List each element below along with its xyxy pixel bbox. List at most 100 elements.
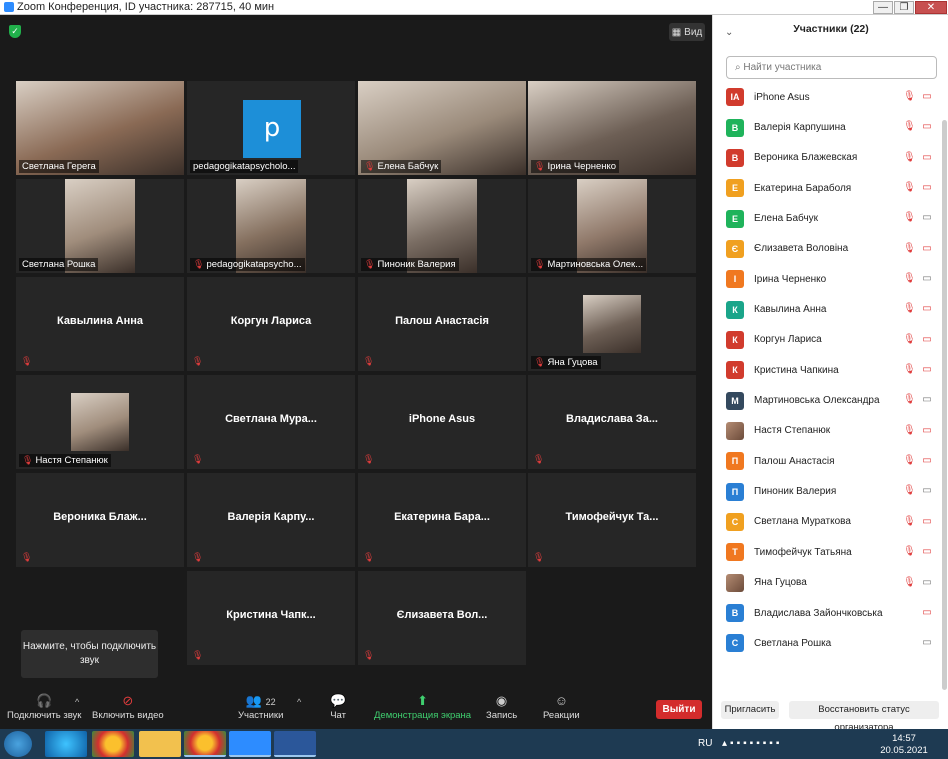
participant-name: Кристина Чапкина [754, 364, 839, 376]
video-off-icon: ⊘ [122, 693, 134, 708]
participant-row[interactable]: В Валерія Карпушина 🎙 ▭ [713, 112, 941, 142]
video-off-icon: ▭ [922, 91, 932, 102]
video-icon: ▭ [922, 637, 932, 649]
video-tile[interactable]: iPhone Asus 🎙 [358, 375, 526, 469]
participant-row[interactable]: В Вероника Блажевская 🎙 ▭ [713, 143, 941, 173]
video-tile[interactable]: Вероника Блаж... 🎙 [16, 473, 184, 567]
video-tile[interactable]: 🎙 Пиноник Валерия [358, 179, 526, 273]
video-tile[interactable]: 🎙 Мартиновська Олек... [528, 179, 696, 273]
mic-muted-icon: 🎙 [903, 91, 916, 102]
participant-row[interactable]: П Пиноник Валерия 🎙 ▭ [713, 476, 941, 506]
headphones-icon: 🎧 [36, 693, 53, 708]
participant-row[interactable]: Е Елена Бабчук 🎙 ▭ [713, 203, 941, 233]
reactions-button[interactable]: ☺ Реакции [543, 692, 580, 721]
participant-row[interactable]: К Кавылина Анна 🎙 ▭ [713, 294, 941, 324]
participant-row[interactable]: К Кристина Чапкина 🎙 ▭ [713, 355, 941, 385]
participant-row[interactable]: Є Єлизавета Воловіна 🎙 ▭ [713, 234, 941, 264]
search-icon: ⌕ [735, 62, 741, 73]
taskbar-clock[interactable]: 14:57 20.05.2021 [880, 733, 928, 757]
video-tile[interactable]: Палош Анастасія 🎙 [358, 277, 526, 371]
windows-start-button[interactable] [4, 731, 32, 757]
video-tile[interactable]: Екатерина Бара... 🎙 [358, 473, 526, 567]
video-tile[interactable]: 🎙 Настя Степанюк [16, 375, 184, 469]
participant-name: Ірина Черненко [754, 273, 827, 285]
language-indicator[interactable]: RU [698, 738, 712, 749]
restore-button[interactable]: ❐ [894, 0, 914, 14]
participant-row[interactable]: І Ірина Черненко 🎙 ▭ [713, 264, 941, 294]
video-tile[interactable]: Тимофейчук Та... 🎙 [528, 473, 696, 567]
participant-row[interactable]: С Светлана Рошка ▭ [713, 628, 941, 658]
window-titlebar: Zoom Конференция, ID участника: 287715, … [0, 0, 948, 15]
participant-name: Владислава За... [566, 413, 658, 425]
participants-button[interactable]: 👥 22 Участники [238, 692, 283, 721]
file-explorer-taskbar-icon[interactable] [139, 731, 181, 757]
video-tile[interactable]: 🎙 Елена Бабчук [358, 81, 526, 175]
avatar: К [726, 300, 744, 319]
participant-name: Палош Анастасія [754, 455, 835, 467]
participant-row[interactable]: М Мартиновська Олександра 🎙 ▭ [713, 385, 941, 415]
participant-name: Настя Степанюк [754, 425, 831, 437]
share-screen-button[interactable]: ⬆ Демонстрация экрана [374, 692, 471, 721]
participant-row[interactable]: П Палош Анастасія 🎙 ▭ [713, 446, 941, 476]
video-tile[interactable]: p pedagogikatapsycholo... [187, 81, 355, 175]
participant-row[interactable]: Яна Гуцова 🎙 ▭ [713, 568, 941, 598]
mic-muted-icon: 🎙 [903, 333, 916, 345]
participant-row[interactable]: Е Екатерина Бараболя 🎙 ▭ [713, 173, 941, 203]
video-tile[interactable]: 🎙 pedagogikatapsycho... [187, 179, 355, 273]
chat-button[interactable]: 💬 Чат [330, 692, 346, 721]
leave-button[interactable]: Выйти [656, 700, 702, 719]
edge-taskbar-icon[interactable] [45, 731, 87, 757]
participant-row[interactable]: С Светлана Мураткова 🎙 ▭ [713, 507, 941, 537]
participant-name: Светлана Герега [22, 161, 96, 172]
participant-search-input[interactable]: ⌕ Найти участника [726, 56, 937, 79]
video-tile[interactable]: Светлана Рошка [16, 179, 184, 273]
video-tile[interactable]: Кристина Чапк... 🎙 [187, 571, 355, 665]
chrome-taskbar-icon[interactable] [92, 731, 134, 757]
video-tile[interactable]: 🎙 Ірина Черненко [528, 81, 696, 175]
start-video-button[interactable]: ⊘ Включить видео [92, 692, 164, 721]
video-tile[interactable]: Єлизавета Вол... 🎙 [358, 571, 526, 665]
participant-list: IA iPhone Asus 🎙 ▭ В Валерія Карпушина 🎙 ▭ В Веро… [713, 82, 941, 659]
video-tile[interactable]: Владислава За... 🎙 [528, 375, 696, 469]
video-tile[interactable]: Валерія Карпу... 🎙 [187, 473, 355, 567]
audio-options-caret[interactable]: ^ [75, 697, 79, 707]
video-icon: ▭ [922, 273, 932, 285]
video-tile[interactable]: Светлана Герега [16, 81, 184, 175]
connect-audio-button[interactable]: 🎧 Подключить звук [7, 692, 81, 721]
avatar: К [726, 330, 744, 349]
participant-video [71, 393, 129, 451]
record-button[interactable]: ◉ Запись [486, 692, 517, 721]
video-tile[interactable]: Коргун Лариса 🎙 [187, 277, 355, 371]
invite-button[interactable]: Пригласить [721, 701, 779, 719]
participant-name: Вероника Блаж... [53, 511, 147, 523]
participant-label: 🎙 Пиноник Валерия [361, 258, 459, 271]
mic-muted-icon: 🎙 [903, 576, 916, 588]
encryption-shield-icon[interactable]: ✓ [9, 25, 21, 38]
system-tray-icons[interactable]: ▴▪▪▪▪▪▪▪▪ [722, 738, 782, 749]
participant-name: Екатерина Бараболя [754, 182, 852, 194]
participant-row[interactable]: IA iPhone Asus 🎙 ▭ [713, 82, 941, 112]
view-button[interactable]: ▦ Вид [669, 23, 705, 41]
participant-row[interactable]: Т Тимофейчук Татьяна 🎙 ▭ [713, 537, 941, 567]
zoom-taskbar-icon[interactable] [229, 731, 271, 757]
participant-label: 🎙 pedagogikatapsycho... [190, 258, 305, 271]
participants-options-caret[interactable]: ^ [297, 697, 301, 707]
mic-muted-icon: 🎙 [903, 394, 916, 406]
word-taskbar-icon[interactable] [274, 731, 316, 757]
participant-row[interactable]: К Коргун Лариса 🎙 ▭ [713, 325, 941, 355]
mic-muted-icon: 🎙 [903, 515, 916, 527]
meeting-toolbar: 🎧 Подключить звук ^ ⊘ Включить видео 👥 2… [0, 688, 712, 729]
mic-muted-icon: 🎙 [533, 552, 545, 562]
video-off-icon: ▭ [922, 546, 932, 558]
participant-row[interactable]: Настя Степанюк 🎙 ▭ [713, 416, 941, 446]
video-tile[interactable]: Кавылина Анна 🎙 [16, 277, 184, 371]
participant-name: Тимофейчук Та... [565, 511, 659, 523]
restore-host-button[interactable]: Восстановить статус организатора [789, 701, 939, 733]
minimize-button[interactable]: — [873, 0, 893, 14]
chrome-window-taskbar-icon[interactable] [184, 731, 226, 757]
video-tile[interactable]: 🎙 Яна Гуцова [528, 277, 696, 371]
participant-list-scrollbar[interactable] [942, 120, 947, 690]
participant-row[interactable]: В Владислава Зайончковська ▭ [713, 598, 941, 628]
close-button[interactable]: ✕ [915, 0, 947, 14]
video-tile[interactable]: Светлана Мура... 🎙 [187, 375, 355, 469]
